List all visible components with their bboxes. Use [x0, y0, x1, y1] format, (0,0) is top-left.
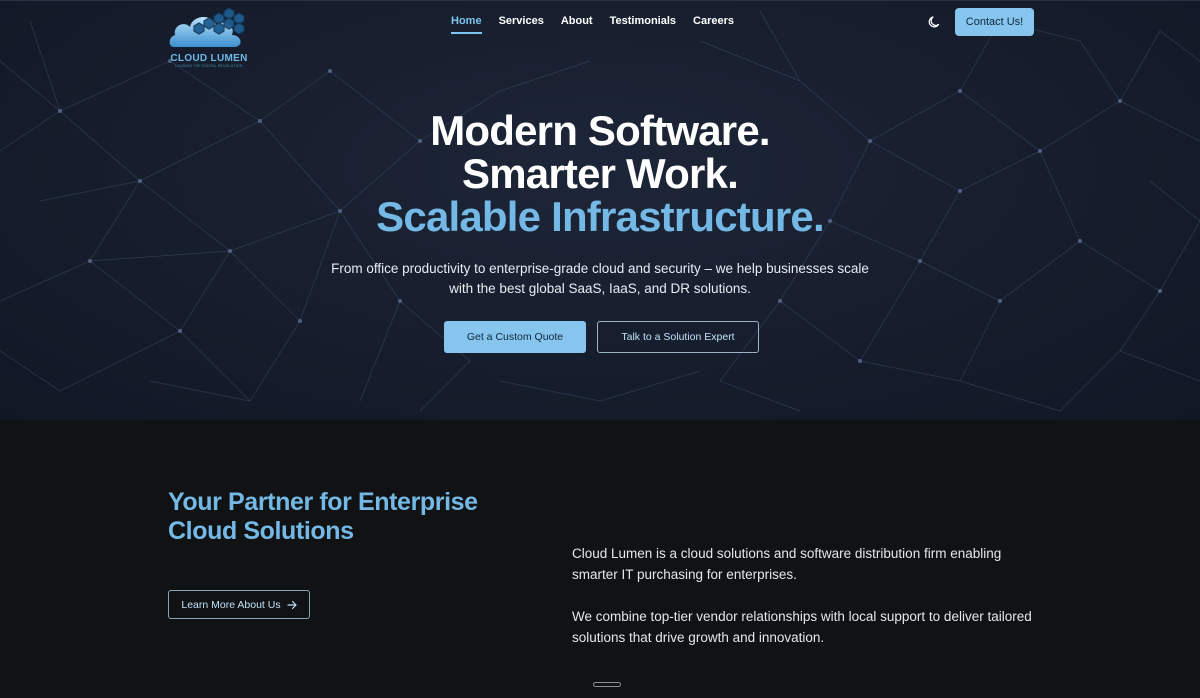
about-description: Cloud Lumen is a cloud solutions and sof…: [572, 544, 1032, 670]
get-custom-quote-button[interactable]: Get a Custom Quote: [444, 321, 586, 353]
nav-links: Home Services About Testimonials Careers: [451, 15, 751, 34]
hero-subtitle: From office productivity to enterprise-g…: [331, 261, 869, 296]
scroll-indicator[interactable]: [593, 682, 621, 687]
cloud-hexagon-logo-icon: [169, 7, 245, 47]
hero-heading: Modern Software. Smarter Work. Scalable …: [0, 109, 1200, 238]
theme-toggle-button[interactable]: [927, 14, 943, 30]
brand-name: CLOUD LUMEN: [170, 53, 248, 64]
about-paragraph-1: Cloud Lumen is a cloud solutions and sof…: [572, 546, 1002, 582]
hero-title-line-1: Modern Software.: [430, 107, 770, 154]
about-paragraph-2: We combine top-tier vendor relationships…: [572, 609, 1032, 645]
arrow-right-icon: [287, 600, 297, 609]
brand-logo[interactable]: CLOUD LUMEN LEADING THE DIGITAL REVOLUTI…: [168, 7, 250, 69]
nav-item-services[interactable]: Services: [499, 15, 544, 34]
nav-item-home[interactable]: Home: [451, 15, 482, 34]
top-nav: CLOUD LUMEN LEADING THE DIGITAL REVOLUTI…: [0, 1, 1200, 68]
moon-icon: [928, 16, 940, 28]
learn-more-button[interactable]: Learn More About Us: [168, 590, 310, 619]
learn-more-label: Learn More About Us: [181, 598, 281, 611]
contact-us-button[interactable]: Contact Us!: [955, 8, 1034, 36]
about-section: Your Partner for Enterprise Cloud Soluti…: [0, 420, 1200, 698]
nav-item-about[interactable]: About: [561, 15, 593, 34]
about-heading: Your Partner for Enterprise Cloud Soluti…: [168, 488, 478, 545]
nav-item-testimonials[interactable]: Testimonials: [610, 15, 676, 34]
talk-to-expert-button[interactable]: Talk to a Solution Expert: [597, 321, 759, 353]
hero-title-line-3: Scalable Infrastructure.: [376, 193, 824, 240]
nav-item-careers[interactable]: Careers: [693, 15, 734, 34]
hero-title-line-2: Smarter Work.: [462, 150, 739, 197]
hero-section: CLOUD LUMEN LEADING THE DIGITAL REVOLUTI…: [0, 0, 1200, 420]
brand-tagline: LEADING THE DIGITAL REVOLUTION: [175, 64, 243, 68]
